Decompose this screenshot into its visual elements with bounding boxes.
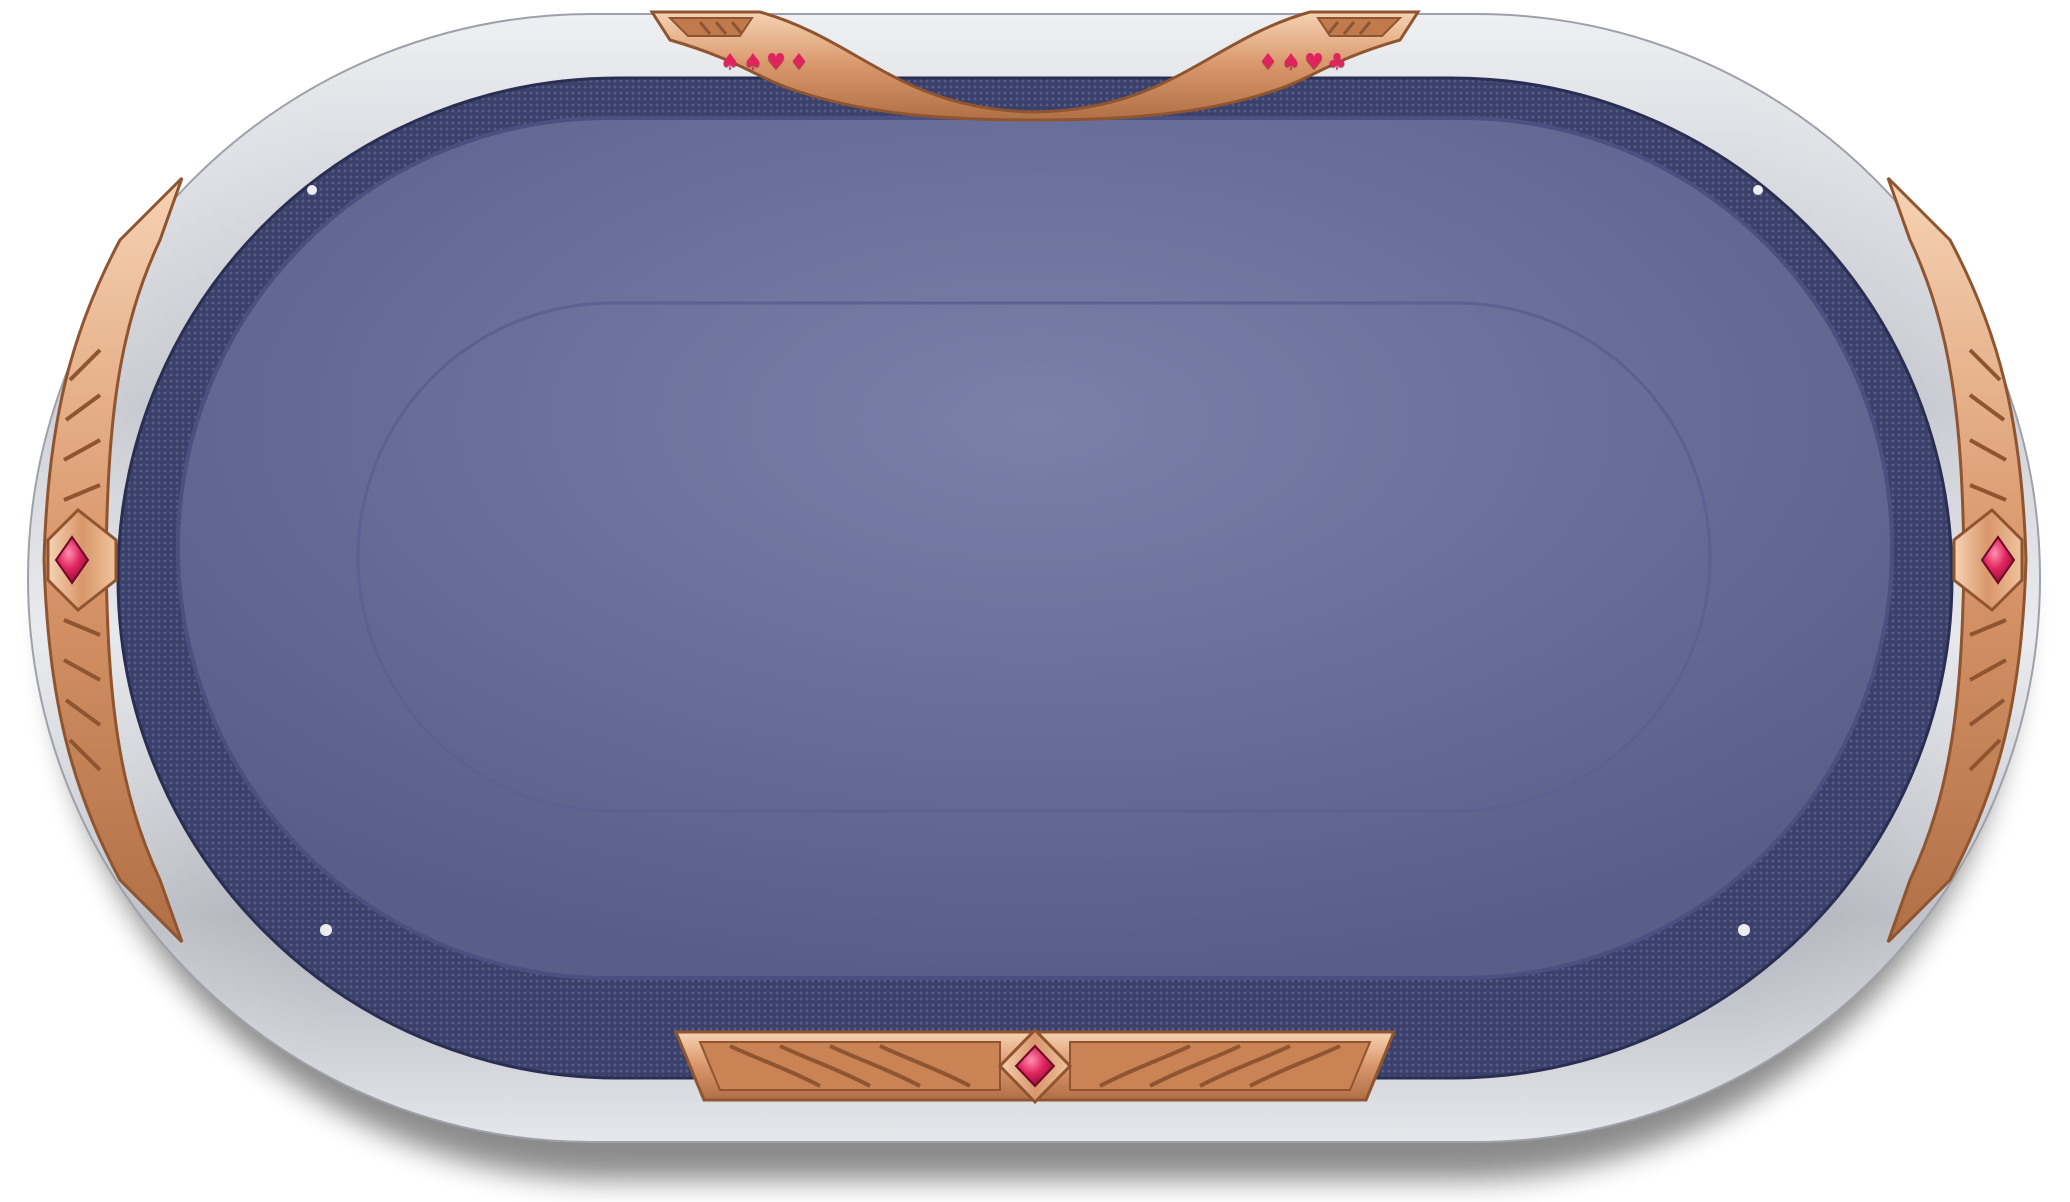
top-left-suit-icons: ♠ ♠ ♥ ♦ xyxy=(720,52,809,74)
suit-heart-icon: ♥ xyxy=(1304,50,1324,75)
poker-table: ♠ ♠ ♥ ♦ ♦ ♠ ♥ ♣ xyxy=(0,0,2070,1202)
suit-diamond-icon: ♦ xyxy=(789,50,809,75)
bottom-ornament xyxy=(673,1027,1397,1105)
poker-table-graphic xyxy=(27,10,2041,1180)
suit-diamond-icon: ♦ xyxy=(1258,50,1278,75)
suit-spade-icon: ♠ xyxy=(743,50,763,75)
suit-heart-icon: ♥ xyxy=(766,50,786,75)
suit-spade-icon: ♠ xyxy=(720,50,740,75)
table-felt xyxy=(178,118,1892,978)
top-right-suit-icons: ♦ ♠ ♥ ♣ xyxy=(1258,52,1347,74)
suit-club-icon: ♣ xyxy=(1327,50,1347,75)
suit-spade-icon: ♠ xyxy=(1281,50,1301,75)
